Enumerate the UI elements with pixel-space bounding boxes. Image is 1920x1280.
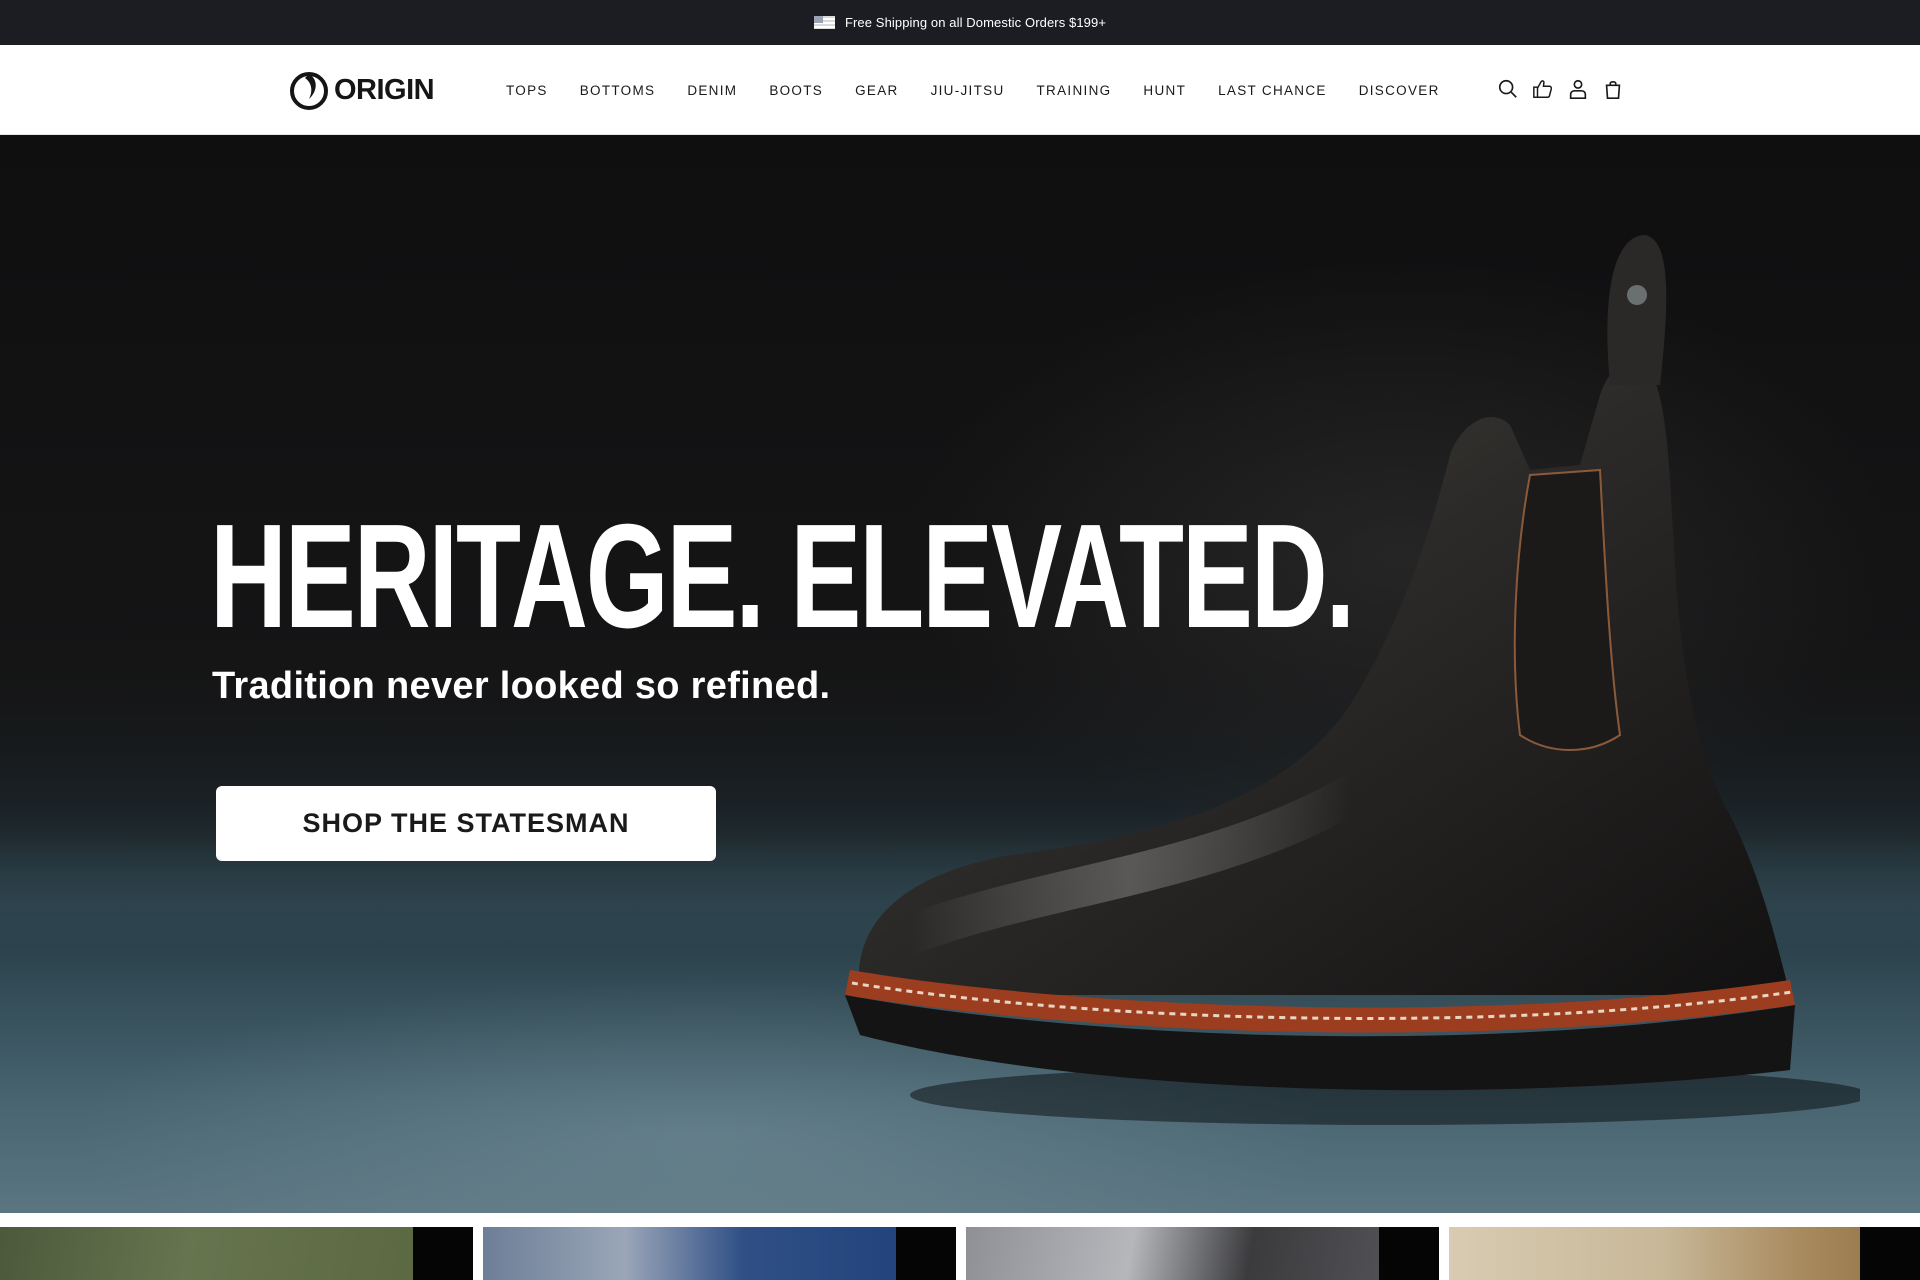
nav-item-hunt[interactable]: HUNT [1127,83,1202,98]
nav-item-gear[interactable]: GEAR [839,83,914,98]
boot-image [845,235,1860,1125]
category-tiles [0,1227,1920,1280]
nav-item-boots[interactable]: BOOTS [753,83,839,98]
header-icons [1496,76,1625,102]
cart-icon[interactable] [1601,76,1625,102]
tile-dark-strip [1379,1227,1439,1280]
nav-item-training[interactable]: TRAINING [1021,83,1128,98]
nav-item-tops[interactable]: TOPS [490,83,564,98]
account-icon[interactable] [1566,76,1590,102]
announcement-text: Free Shipping on all Domestic Orders $19… [844,15,1107,30]
nav-item-jiu-jitsu[interactable]: JIU-JITSU [915,83,1021,98]
search-icon[interactable] [1496,76,1520,102]
thumbs-up-icon[interactable] [1531,76,1555,102]
nav-item-last-chance[interactable]: LAST CHANCE [1202,83,1343,98]
hero-banner: HERITAGE. ELEVATED. Tradition never look… [0,135,1920,1213]
main-nav: TOPS BOTTOMS DENIM BOOTS GEAR JIU-JITSU … [490,45,1456,135]
site-header: ORIGIN TOPS BOTTOMS DENIM BOOTS GEAR JIU… [0,45,1920,135]
category-tile[interactable] [483,1227,956,1280]
hero-subtitle: Tradition never looked so refined. [212,665,831,707]
category-tile[interactable] [1449,1227,1920,1280]
origin-logo-icon [290,72,328,110]
nav-item-bottoms[interactable]: BOTTOMS [564,83,672,98]
us-flag-icon [813,16,835,29]
hero-title: HERITAGE. ELEVATED. [210,494,1355,659]
tile-dark-strip [896,1227,956,1280]
announcement-bar: Free Shipping on all Domestic Orders $19… [0,0,1920,45]
logo-text: ORIGIN [334,73,435,106]
category-tile[interactable] [966,1227,1439,1280]
shop-the-statesman-button[interactable]: SHOP THE STATESMAN [216,786,716,861]
tile-dark-strip [413,1227,473,1280]
logo-link[interactable]: ORIGIN [288,67,435,113]
tile-dark-strip [1860,1227,1920,1280]
nav-item-discover[interactable]: DISCOVER [1343,83,1456,98]
category-tile[interactable] [0,1227,473,1280]
nav-item-denim[interactable]: DENIM [671,83,753,98]
